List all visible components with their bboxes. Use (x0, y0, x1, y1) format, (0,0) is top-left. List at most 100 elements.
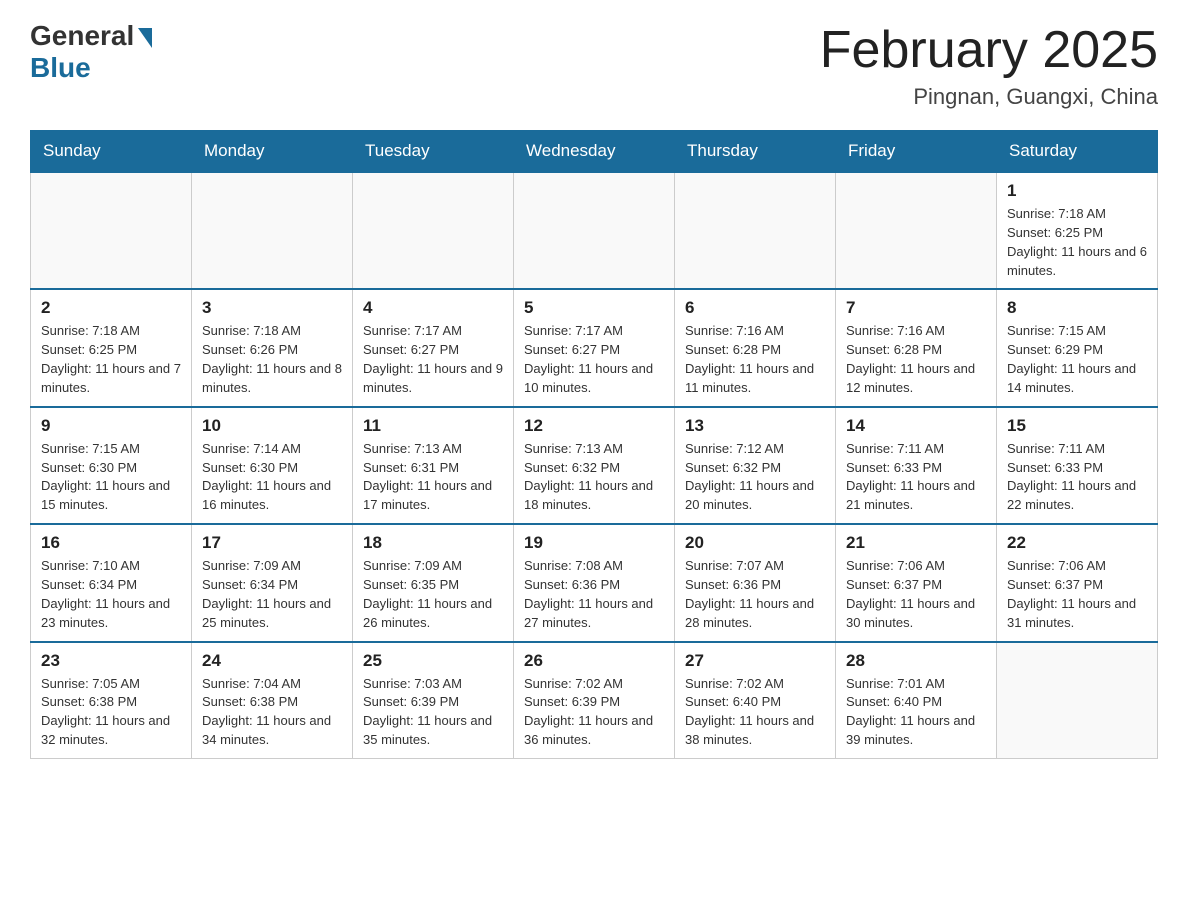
calendar-cell: 5 Sunrise: 7:17 AMSunset: 6:27 PMDaylight… (514, 289, 675, 406)
day-number: 22 (1007, 533, 1147, 553)
day-number: 24 (202, 651, 342, 671)
day-number: 13 (685, 416, 825, 436)
day-number: 6 (685, 298, 825, 318)
calendar-cell: 26 Sunrise: 7:02 AMSunset: 6:39 PMDayligh… (514, 642, 675, 759)
calendar-cell: 27 Sunrise: 7:02 AMSunset: 6:40 PMDayligh… (675, 642, 836, 759)
week-row-3: 9 Sunrise: 7:15 AMSunset: 6:30 PMDaylight… (31, 407, 1158, 524)
day-number: 14 (846, 416, 986, 436)
calendar-cell: 14 Sunrise: 7:11 AMSunset: 6:33 PMDayligh… (836, 407, 997, 524)
day-number: 12 (524, 416, 664, 436)
day-number: 21 (846, 533, 986, 553)
day-number: 25 (363, 651, 503, 671)
day-number: 4 (363, 298, 503, 318)
day-info: Sunrise: 7:05 AMSunset: 6:38 PMDaylight:… (41, 675, 181, 750)
calendar-cell: 17Sunrise: 7:09 AMSunset: 6:34 PMDayligh… (192, 524, 353, 641)
calendar-cell: 23 Sunrise: 7:05 AMSunset: 6:38 PMDayligh… (31, 642, 192, 759)
weekday-header-row: SundayMondayTuesdayWednesdayThursdayFrid… (31, 131, 1158, 173)
day-number: 23 (41, 651, 181, 671)
calendar-cell: 9 Sunrise: 7:15 AMSunset: 6:30 PMDaylight… (31, 407, 192, 524)
calendar-cell: 13 Sunrise: 7:12 AMSunset: 6:32 PMDayligh… (675, 407, 836, 524)
calendar-table: SundayMondayTuesdayWednesdayThursdayFrid… (30, 130, 1158, 759)
calendar-cell: 2 Sunrise: 7:18 AMSunset: 6:25 PMDaylight… (31, 289, 192, 406)
day-info: Sunrise: 7:02 AMSunset: 6:39 PMDaylight:… (524, 675, 664, 750)
day-number: 2 (41, 298, 181, 318)
calendar-cell: 10Sunrise: 7:14 AMSunset: 6:30 PMDayligh… (192, 407, 353, 524)
week-row-1: 1 Sunrise: 7:18 AMSunset: 6:25 PMDaylight… (31, 172, 1158, 289)
location-text: Pingnan, Guangxi, China (820, 84, 1158, 110)
day-info: Sunrise: 7:13 AMSunset: 6:32 PMDaylight:… (524, 440, 664, 515)
logo-arrow-icon (138, 28, 152, 48)
day-number: 18 (363, 533, 503, 553)
calendar-cell: 24 Sunrise: 7:04 AMSunset: 6:38 PMDayligh… (192, 642, 353, 759)
day-number: 5 (524, 298, 664, 318)
day-number: 26 (524, 651, 664, 671)
weekday-header-thursday: Thursday (675, 131, 836, 173)
day-info: Sunrise: 7:06 AMSunset: 6:37 PMDaylight:… (1007, 557, 1147, 632)
day-info: Sunrise: 7:11 AMSunset: 6:33 PMDaylight:… (846, 440, 986, 515)
calendar-cell: 21 Sunrise: 7:06 AMSunset: 6:37 PMDayligh… (836, 524, 997, 641)
calendar-cell (353, 172, 514, 289)
day-number: 28 (846, 651, 986, 671)
day-number: 3 (202, 298, 342, 318)
day-number: 9 (41, 416, 181, 436)
day-info: Sunrise: 7:18 AMSunset: 6:25 PMDaylight:… (1007, 205, 1147, 280)
calendar-cell (31, 172, 192, 289)
day-number: 16 (41, 533, 181, 553)
weekday-header-wednesday: Wednesday (514, 131, 675, 173)
weekday-header-saturday: Saturday (997, 131, 1158, 173)
calendar-cell: 19Sunrise: 7:08 AMSunset: 6:36 PMDayligh… (514, 524, 675, 641)
day-info: Sunrise: 7:15 AMSunset: 6:29 PMDaylight:… (1007, 322, 1147, 397)
logo-top: General (30, 20, 152, 52)
calendar-cell: 18Sunrise: 7:09 AMSunset: 6:35 PMDayligh… (353, 524, 514, 641)
day-info: Sunrise: 7:06 AMSunset: 6:37 PMDaylight:… (846, 557, 986, 632)
weekday-header-friday: Friday (836, 131, 997, 173)
calendar-cell (675, 172, 836, 289)
logo-general-text: General (30, 20, 134, 52)
week-row-2: 2 Sunrise: 7:18 AMSunset: 6:25 PMDaylight… (31, 289, 1158, 406)
week-row-5: 23 Sunrise: 7:05 AMSunset: 6:38 PMDayligh… (31, 642, 1158, 759)
logo-blue-text: Blue (30, 52, 91, 84)
page-header: General Blue February 2025 Pingnan, Guan… (30, 20, 1158, 110)
day-info: Sunrise: 7:14 AMSunset: 6:30 PMDaylight:… (202, 440, 342, 515)
title-section: February 2025 Pingnan, Guangxi, China (820, 20, 1158, 110)
day-info: Sunrise: 7:17 AMSunset: 6:27 PMDaylight:… (524, 322, 664, 397)
day-number: 1 (1007, 181, 1147, 201)
week-row-4: 16 Sunrise: 7:10 AMSunset: 6:34 PMDayligh… (31, 524, 1158, 641)
calendar-cell (836, 172, 997, 289)
calendar-cell (514, 172, 675, 289)
day-number: 8 (1007, 298, 1147, 318)
day-info: Sunrise: 7:02 AMSunset: 6:40 PMDaylight:… (685, 675, 825, 750)
day-info: Sunrise: 7:12 AMSunset: 6:32 PMDaylight:… (685, 440, 825, 515)
day-info: Sunrise: 7:18 AMSunset: 6:25 PMDaylight:… (41, 322, 181, 397)
day-info: Sunrise: 7:11 AMSunset: 6:33 PMDaylight:… (1007, 440, 1147, 515)
day-info: Sunrise: 7:17 AMSunset: 6:27 PMDaylight:… (363, 322, 503, 397)
day-info: Sunrise: 7:18 AMSunset: 6:26 PMDaylight:… (202, 322, 342, 397)
weekday-header-tuesday: Tuesday (353, 131, 514, 173)
calendar-cell: 20Sunrise: 7:07 AMSunset: 6:36 PMDayligh… (675, 524, 836, 641)
day-info: Sunrise: 7:03 AMSunset: 6:39 PMDaylight:… (363, 675, 503, 750)
day-number: 7 (846, 298, 986, 318)
month-title: February 2025 (820, 20, 1158, 80)
calendar-cell: 7Sunrise: 7:16 AMSunset: 6:28 PMDaylight… (836, 289, 997, 406)
calendar-cell: 4 Sunrise: 7:17 AMSunset: 6:27 PMDaylight… (353, 289, 514, 406)
logo: General Blue (30, 20, 152, 84)
calendar-cell (192, 172, 353, 289)
day-number: 11 (363, 416, 503, 436)
day-info: Sunrise: 7:09 AMSunset: 6:34 PMDaylight:… (202, 557, 342, 632)
calendar-cell: 1 Sunrise: 7:18 AMSunset: 6:25 PMDaylight… (997, 172, 1158, 289)
day-number: 27 (685, 651, 825, 671)
day-info: Sunrise: 7:07 AMSunset: 6:36 PMDaylight:… (685, 557, 825, 632)
day-info: Sunrise: 7:15 AMSunset: 6:30 PMDaylight:… (41, 440, 181, 515)
calendar-cell: 15Sunrise: 7:11 AMSunset: 6:33 PMDayligh… (997, 407, 1158, 524)
day-info: Sunrise: 7:13 AMSunset: 6:31 PMDaylight:… (363, 440, 503, 515)
calendar-cell: 12 Sunrise: 7:13 AMSunset: 6:32 PMDayligh… (514, 407, 675, 524)
calendar-cell: 8 Sunrise: 7:15 AMSunset: 6:29 PMDaylight… (997, 289, 1158, 406)
day-info: Sunrise: 7:10 AMSunset: 6:34 PMDaylight:… (41, 557, 181, 632)
calendar-cell: 22 Sunrise: 7:06 AMSunset: 6:37 PMDayligh… (997, 524, 1158, 641)
calendar-cell: 16 Sunrise: 7:10 AMSunset: 6:34 PMDayligh… (31, 524, 192, 641)
calendar-cell: 3 Sunrise: 7:18 AMSunset: 6:26 PMDaylight… (192, 289, 353, 406)
day-info: Sunrise: 7:04 AMSunset: 6:38 PMDaylight:… (202, 675, 342, 750)
day-number: 19 (524, 533, 664, 553)
calendar-cell: 11 Sunrise: 7:13 AMSunset: 6:31 PMDayligh… (353, 407, 514, 524)
day-info: Sunrise: 7:16 AMSunset: 6:28 PMDaylight:… (685, 322, 825, 397)
